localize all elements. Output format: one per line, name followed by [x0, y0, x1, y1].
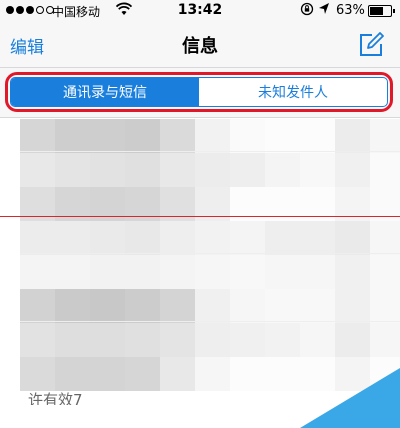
- blur-block: [55, 289, 90, 323]
- blur-block: [230, 119, 265, 153]
- blur-block: [335, 289, 370, 323]
- blur-block: [90, 153, 125, 187]
- blur-block: [265, 221, 300, 255]
- corner-triangle-decoration: [300, 368, 400, 428]
- blur-block: [370, 119, 400, 153]
- list-divider: [20, 321, 400, 322]
- list-divider: [20, 151, 400, 152]
- blur-block: [160, 221, 195, 255]
- blur-block: [230, 323, 265, 357]
- blur-block: [90, 323, 125, 357]
- blur-block: [55, 221, 90, 255]
- rotation-lock-icon: [300, 2, 314, 20]
- blur-block: [265, 255, 300, 289]
- blur-block: [265, 119, 300, 153]
- blur-block: [370, 153, 400, 187]
- segment-contacts-and-sms[interactable]: 通讯录与短信: [11, 78, 199, 106]
- blur-block: [195, 289, 230, 323]
- page-title: 信息: [182, 36, 218, 57]
- blur-block: [195, 357, 230, 391]
- blur-block: [265, 323, 300, 357]
- blur-block: [160, 357, 195, 391]
- blur-block: [370, 255, 400, 289]
- blur-block: [195, 255, 230, 289]
- blur-block: [90, 289, 125, 323]
- blur-block: [195, 323, 230, 357]
- blur-block: [55, 323, 90, 357]
- blur-block: [160, 119, 195, 153]
- message-preview-snippet[interactable]: 许有效7: [28, 389, 83, 405]
- blur-block: [370, 323, 400, 357]
- blur-block: [335, 323, 370, 357]
- blur-block: [160, 289, 195, 323]
- blur-block: [335, 119, 370, 153]
- blur-block: [125, 357, 160, 391]
- blur-block: [125, 323, 160, 357]
- blur-block: [90, 357, 125, 391]
- blur-block: [230, 289, 265, 323]
- blur-block: [125, 119, 160, 153]
- blur-block: [335, 221, 370, 255]
- blur-block: [195, 153, 230, 187]
- blur-block: [20, 119, 55, 153]
- segment-unknown-senders[interactable]: 未知发件人: [199, 78, 387, 106]
- blur-block: [265, 289, 300, 323]
- blur-block: [55, 255, 90, 289]
- blur-block: [230, 221, 265, 255]
- blur-block: [20, 357, 55, 391]
- blur-block: [300, 255, 335, 289]
- list-divider: [20, 253, 400, 254]
- blur-block: [230, 153, 265, 187]
- message-list: 许有效7: [0, 119, 400, 428]
- blur-block: [20, 323, 55, 357]
- blur-block: [335, 255, 370, 289]
- segment-bar: 通讯录与短信 未知发件人: [0, 68, 400, 118]
- blur-block: [160, 323, 195, 357]
- battery-icon: [368, 5, 395, 17]
- blur-block: [160, 153, 195, 187]
- blurred-message-list: [20, 119, 400, 391]
- blur-block: [90, 119, 125, 153]
- battery-percentage: 63%: [336, 3, 365, 18]
- blur-block: [265, 153, 300, 187]
- blur-block: [20, 221, 55, 255]
- blur-block: [55, 119, 90, 153]
- blur-block: [300, 119, 335, 153]
- blur-block: [300, 289, 335, 323]
- blur-block: [55, 153, 90, 187]
- navigation-bar: 编辑 信息: [0, 22, 400, 68]
- blur-block: [370, 221, 400, 255]
- red-separator-line: [0, 216, 400, 217]
- location-arrow-icon: [318, 2, 330, 20]
- blur-block: [300, 323, 335, 357]
- blur-block: [230, 357, 265, 391]
- battery-fill: [370, 7, 383, 15]
- blur-block: [300, 153, 335, 187]
- blur-block: [160, 255, 195, 289]
- blur-block: [20, 289, 55, 323]
- blur-block: [20, 153, 55, 187]
- blur-block: [195, 221, 230, 255]
- blur-block: [370, 289, 400, 323]
- status-bar: 中国移动 13:42 63%: [0, 0, 400, 22]
- blur-block: [125, 289, 160, 323]
- blur-block: [125, 221, 160, 255]
- blur-block: [55, 357, 90, 391]
- blur-block: [125, 153, 160, 187]
- blur-block: [90, 221, 125, 255]
- blur-block: [195, 119, 230, 153]
- blur-block: [125, 255, 160, 289]
- blur-block: [300, 221, 335, 255]
- blur-block: [335, 153, 370, 187]
- blur-block: [230, 255, 265, 289]
- blur-block: [90, 255, 125, 289]
- compose-icon[interactable]: [356, 30, 386, 60]
- blur-block: [20, 255, 55, 289]
- filter-segmented-control: 通讯录与短信 未知发件人: [10, 77, 388, 107]
